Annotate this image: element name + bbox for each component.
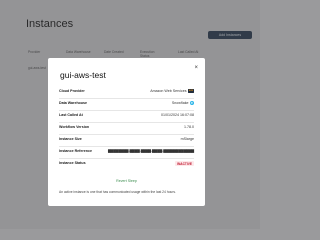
revert-sleep-button[interactable]: Revert Sleep [48,179,205,183]
detail-value: 01/01/2024 16:07:08 [161,113,194,117]
aws-icon: aws [188,89,194,93]
detail-label: Workflow Version [59,125,90,129]
detail-label: Data Warehouse [59,101,88,105]
close-icon[interactable]: × [194,65,198,71]
active-instance-note: An active instance is one that has commu… [59,190,176,194]
detail-label: Instance Size [59,137,82,141]
status-badge: INACTIVE [175,161,194,166]
detail-label: Last Called At [59,113,83,117]
detail-label: Instance Status [59,161,86,165]
detail-row-instance-status: Instance Status INACTIVE [59,158,194,170]
detail-label: Instance Reference [59,149,92,153]
modal-title: gui-aws-test [60,70,106,80]
instance-details-modal: × gui-aws-test Cloud Provider Amazon Web… [48,58,205,206]
snowflake-icon: ❄ [190,101,194,106]
detail-value-redacted: ▇▇▇▇▇▇▇▇-▇▇▇▇-▇▇▇▇-▇▇▇▇-▇▇▇▇▇▇▇▇▇▇▇▇ [107,149,194,153]
detail-label: Cloud Provider [59,89,85,93]
detail-value: 1.78.0 [184,125,194,129]
detail-value: Snowflake [171,101,189,105]
detail-value: mSlarge [180,137,194,141]
detail-value: Amazon Web Services [150,89,187,93]
